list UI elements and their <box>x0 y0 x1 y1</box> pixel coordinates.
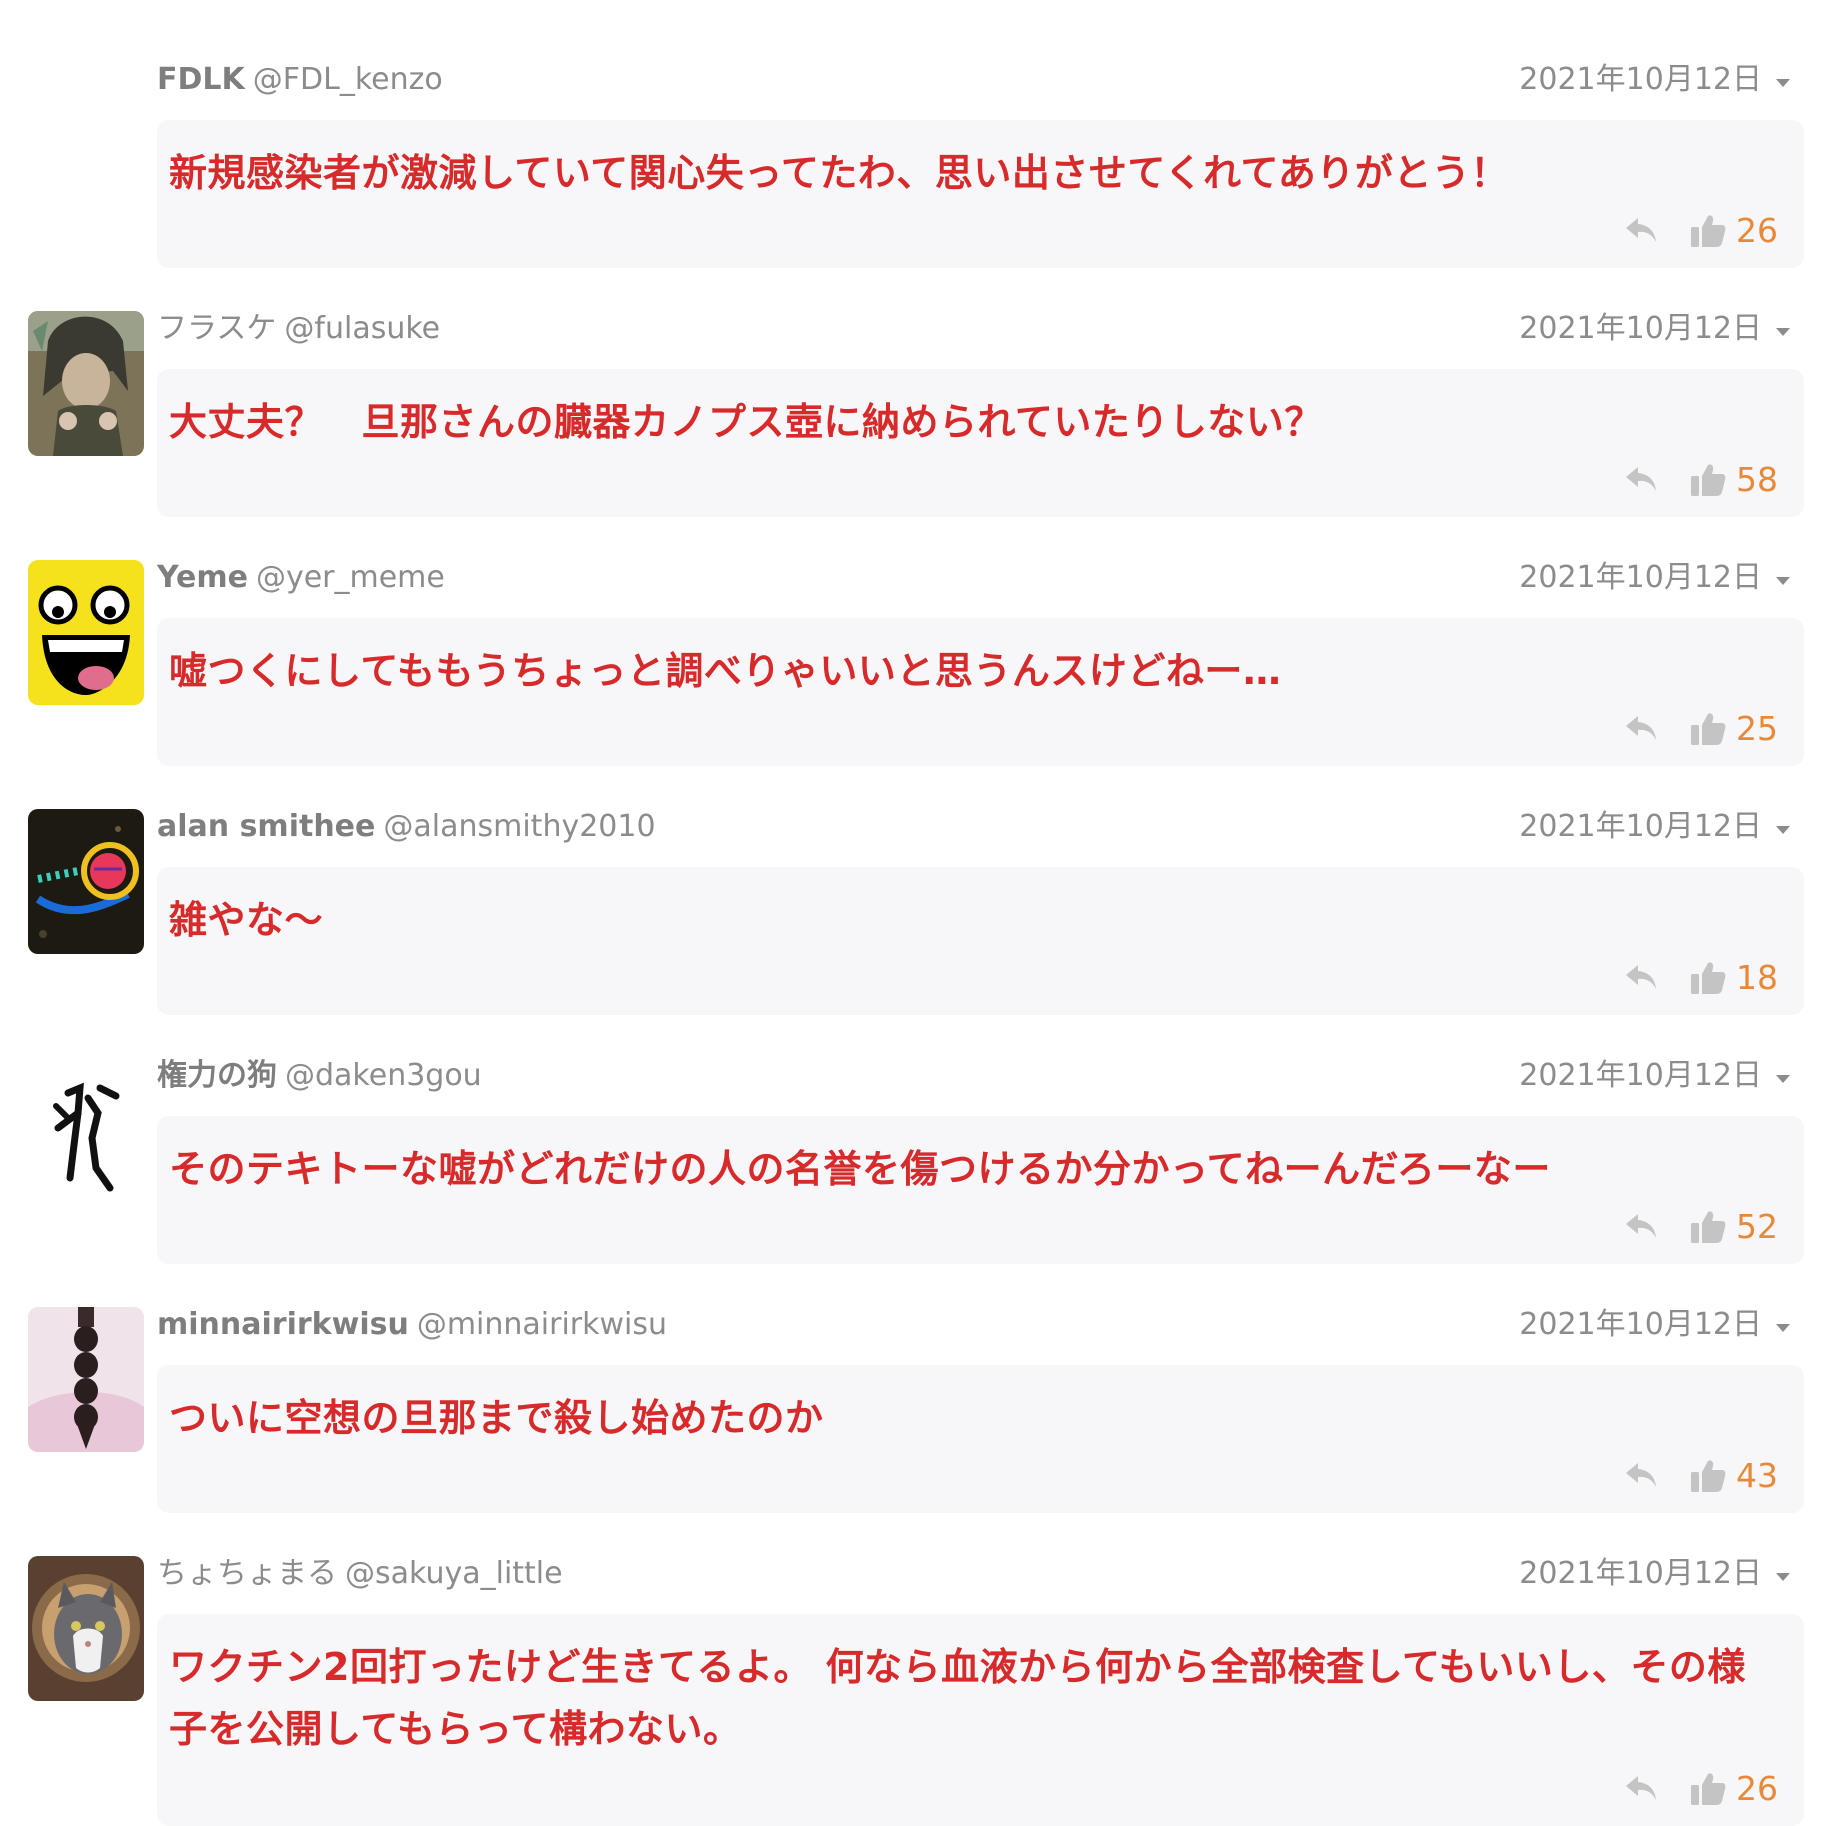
avatar[interactable] <box>28 560 144 705</box>
avatar[interactable] <box>28 809 144 954</box>
like-count: 18 <box>1736 957 1778 997</box>
comment-meta: 権力の狗 @daken3gou <box>157 1056 482 1096</box>
comment-actions: 25 <box>1622 704 1778 752</box>
thumbs-up-icon[interactable] <box>1688 459 1728 499</box>
comment-bubble: 新規感染者が激減していて関心失ってたわ、思い出させてくれてありがとう！ 26 <box>157 120 1804 268</box>
comment-actions: 26 <box>1622 206 1778 254</box>
comment-text: ワクチン2回打ったけど生きてるよ。 何なら血液から何から全部検査してもいいし、そ… <box>169 1645 1746 1751</box>
comment-text: 新規感染者が激減していて関心失ってたわ、思い出させてくれてありがとう！ <box>169 151 1509 195</box>
comment-text: ついに空想の旦那まで殺し始めたのか <box>169 1396 824 1440</box>
author-handle[interactable]: @sakuya_little <box>345 1556 563 1591</box>
comment-meta: Yeme @yer_meme <box>157 558 445 598</box>
date-text: 2021年10月12日 <box>1519 1307 1762 1342</box>
caret-down-icon[interactable] <box>1776 1572 1790 1581</box>
author-name[interactable]: Yeme <box>157 560 248 595</box>
comment-date: 2021年10月12日 <box>1519 1554 1790 1594</box>
comment-actions: 26 <box>1622 1764 1778 1812</box>
comment-item: minnairirkwisu @minnairirkwisu 2021年10月12… <box>0 1257 1826 1513</box>
author-handle[interactable]: @daken3gou <box>285 1058 482 1093</box>
comment-item: ちょちょまる @sakuya_little 2021年10月12日 ワクチン2回打… <box>0 1506 1826 1826</box>
author-name[interactable]: 権力の狗 <box>157 1058 277 1093</box>
thumbs-up-icon[interactable] <box>1688 1206 1728 1246</box>
author-name[interactable]: alan smithee <box>157 809 375 844</box>
author-handle[interactable]: @yer_meme <box>256 560 445 595</box>
comment-item: Yeme @yer_meme 2021年10月12日 嘘つくにしてももうちょっと調… <box>0 510 1826 766</box>
date-text: 2021年10月12日 <box>1519 1556 1762 1591</box>
comment-bubble: 雑やな〜 18 <box>157 867 1804 1015</box>
comment-actions: 18 <box>1622 953 1778 1001</box>
comment-text: そのテキトーな嘘がどれだけの人の名誉を傷つけるか分かってねーんだろーなー <box>169 1147 1551 1191</box>
date-text: 2021年10月12日 <box>1519 62 1762 97</box>
thumbs-up-icon[interactable] <box>1688 957 1728 997</box>
like-count: 58 <box>1736 459 1778 499</box>
comment-actions: 52 <box>1622 1202 1778 1250</box>
comment-bubble: そのテキトーな嘘がどれだけの人の名誉を傷つけるか分かってねーんだろーなー 52 <box>157 1116 1804 1264</box>
avatar[interactable] <box>28 1058 144 1203</box>
reply-arrow-icon[interactable] <box>1622 1768 1662 1808</box>
thumbs-up-icon[interactable] <box>1688 1455 1728 1495</box>
comment-date: 2021年10月12日 <box>1519 1305 1790 1345</box>
comment-date: 2021年10月12日 <box>1519 309 1790 349</box>
comment-item: 権力の狗 @daken3gou 2021年10月12日 そのテキトーな嘘がどれだけ… <box>0 1008 1826 1264</box>
thumbs-up-icon[interactable] <box>1688 708 1728 748</box>
like-count: 26 <box>1736 210 1778 250</box>
like-count: 25 <box>1736 708 1778 748</box>
comment-date: 2021年10月12日 <box>1519 558 1790 598</box>
comment-item: FDLK @FDL_kenzo 2021年10月12日 新規感染者が激減していて関… <box>0 12 1826 268</box>
caret-down-icon[interactable] <box>1776 576 1790 585</box>
comment-meta: フラスケ @fulasuke <box>157 309 440 349</box>
comment-meta: minnairirkwisu @minnairirkwisu <box>157 1305 667 1345</box>
like-count: 52 <box>1736 1206 1778 1246</box>
comment-bubble: 嘘つくにしてももうちょっと調べりゃいいと思うんスけどねー… 25 <box>157 618 1804 766</box>
comment-text: 大丈夫？ 旦那さんの臓器カノプス壺に納められていたりしない？ <box>169 400 1323 444</box>
author-name[interactable]: FDLK <box>157 62 245 97</box>
like-count: 26 <box>1736 1768 1778 1808</box>
caret-down-icon[interactable] <box>1776 825 1790 834</box>
caret-down-icon[interactable] <box>1776 327 1790 336</box>
comment-bubble: 大丈夫？ 旦那さんの臓器カノプス壺に納められていたりしない？ 58 <box>157 369 1804 517</box>
comment-meta: FDLK @FDL_kenzo <box>157 60 443 100</box>
author-handle[interactable]: @minnairirkwisu <box>417 1307 667 1342</box>
date-text: 2021年10月12日 <box>1519 311 1762 346</box>
thumbs-up-icon[interactable] <box>1688 210 1728 250</box>
author-name[interactable]: minnairirkwisu <box>157 1307 409 1342</box>
avatar[interactable] <box>28 311 144 456</box>
date-text: 2021年10月12日 <box>1519 809 1762 844</box>
comment-meta: alan smithee @alansmithy2010 <box>157 807 656 847</box>
author-name[interactable]: フラスケ <box>157 311 276 346</box>
comment-text: 雑やな〜 <box>169 898 324 942</box>
author-handle[interactable]: @alansmithy2010 <box>383 809 655 844</box>
caret-down-icon[interactable] <box>1776 1074 1790 1083</box>
comment-date: 2021年10月12日 <box>1519 807 1790 847</box>
like-count: 43 <box>1736 1455 1778 1495</box>
reply-arrow-icon[interactable] <box>1622 1206 1662 1246</box>
caret-down-icon[interactable] <box>1776 78 1790 87</box>
date-text: 2021年10月12日 <box>1519 560 1762 595</box>
comment-text: 嘘つくにしてももうちょっと調べりゃいいと思うんスけどねー… <box>169 649 1282 693</box>
comment-bubble: ついに空想の旦那まで殺し始めたのか 43 <box>157 1365 1804 1513</box>
comment-meta: ちょちょまる @sakuya_little <box>157 1554 563 1594</box>
reply-arrow-icon[interactable] <box>1622 957 1662 997</box>
comment-item: フラスケ @fulasuke 2021年10月12日 大丈夫？ 旦那さんの臓器カノ… <box>0 261 1826 517</box>
avatar[interactable] <box>28 1307 144 1452</box>
comment-bubble: ワクチン2回打ったけど生きてるよ。 何なら血液から何から全部検査してもいいし、そ… <box>157 1614 1804 1826</box>
comment-date: 2021年10月12日 <box>1519 1056 1790 1096</box>
reply-arrow-icon[interactable] <box>1622 459 1662 499</box>
author-handle[interactable]: @fulasuke <box>284 311 440 346</box>
comment-actions: 58 <box>1622 455 1778 503</box>
thumbs-up-icon[interactable] <box>1688 1768 1728 1808</box>
avatar[interactable] <box>28 1556 144 1701</box>
caret-down-icon[interactable] <box>1776 1323 1790 1332</box>
reply-arrow-icon[interactable] <box>1622 210 1662 250</box>
comment-item: alan smithee @alansmithy2010 2021年10月12日 … <box>0 759 1826 1015</box>
author-name[interactable]: ちょちょまる <box>157 1556 337 1591</box>
date-text: 2021年10月12日 <box>1519 1058 1762 1093</box>
reply-arrow-icon[interactable] <box>1622 708 1662 748</box>
comment-actions: 43 <box>1622 1451 1778 1499</box>
reply-arrow-icon[interactable] <box>1622 1455 1662 1495</box>
comment-date: 2021年10月12日 <box>1519 60 1790 100</box>
author-handle[interactable]: @FDL_kenzo <box>253 62 443 97</box>
